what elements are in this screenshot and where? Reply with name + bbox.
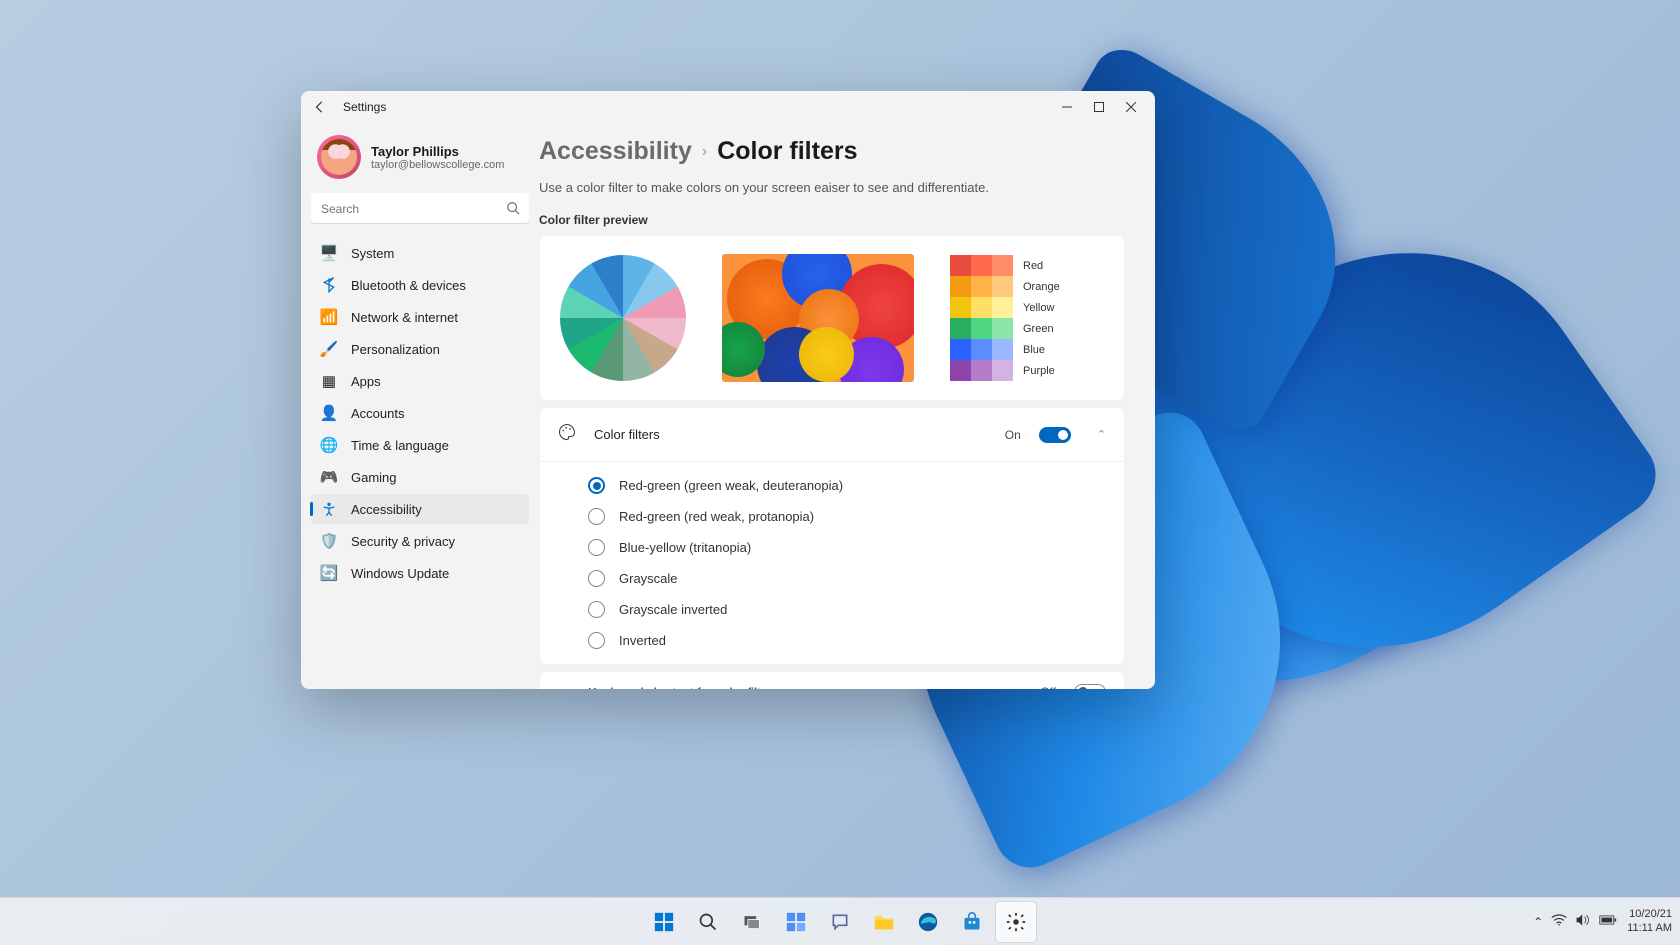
- nav-icon: [321, 277, 337, 293]
- breadcrumb: Accessibility › Color filters: [539, 137, 1125, 166]
- system-tray[interactable]: ⌃ 10/20/21 11:11 AM: [1533, 908, 1672, 934]
- preview-card: RedOrangeYellowGreenBluePurple: [539, 235, 1125, 401]
- user-profile[interactable]: Taylor Phillips taylor@bellowscollege.co…: [311, 131, 529, 183]
- filter-option[interactable]: Red-green (green weak, deuteranopia): [588, 470, 1106, 501]
- radio-button[interactable]: [588, 477, 605, 494]
- tray-chevron-icon[interactable]: ⌃: [1533, 915, 1543, 929]
- nav-icon: ▦: [321, 373, 337, 389]
- chevron-up-icon[interactable]: ⌃: [1097, 428, 1106, 441]
- taskbar: ⌃ 10/20/21 11:11 AM: [0, 897, 1680, 945]
- nav-gaming[interactable]: 🎮Gaming: [311, 462, 529, 492]
- nav-accounts[interactable]: 👤Accounts: [311, 398, 529, 428]
- search-box[interactable]: [311, 193, 529, 224]
- maximize-button[interactable]: [1083, 93, 1115, 121]
- color-filters-card: Color filters On ⌃ Red-green (green weak…: [539, 407, 1125, 665]
- task-view-button[interactable]: [732, 902, 772, 942]
- page-title: Color filters: [717, 137, 857, 166]
- volume-icon[interactable]: [1575, 913, 1591, 930]
- nav-windows-update[interactable]: 🔄Windows Update: [311, 558, 529, 588]
- nav-network-internet[interactable]: 📶Network & internet: [311, 302, 529, 332]
- color-wheel-preview: [560, 255, 686, 381]
- page-description: Use a color filter to make colors on you…: [539, 180, 1125, 195]
- start-button[interactable]: [644, 902, 684, 942]
- radio-button[interactable]: [588, 539, 605, 556]
- profile-name: Taylor Phillips: [371, 144, 504, 159]
- palette-row-orange: Orange: [950, 276, 1060, 297]
- search-button[interactable]: [688, 902, 728, 942]
- edge-button[interactable]: [908, 902, 948, 942]
- nav-security-privacy[interactable]: 🛡️Security & privacy: [311, 526, 529, 556]
- filter-option[interactable]: Blue-yellow (tritanopia): [588, 532, 1106, 563]
- nav-accessibility[interactable]: Accessibility: [311, 494, 529, 524]
- shortcut-toggle-row[interactable]: Keyboard shortcut for color filters Off: [540, 672, 1124, 689]
- radio-button[interactable]: [588, 632, 605, 649]
- photo-preview: [722, 254, 914, 382]
- shortcut-label: Keyboard shortcut for color filters: [588, 685, 779, 690]
- store-button[interactable]: [952, 902, 992, 942]
- filter-option[interactable]: Grayscale inverted: [588, 594, 1106, 625]
- settings-button[interactable]: [996, 902, 1036, 942]
- widgets-button[interactable]: [776, 902, 816, 942]
- radio-button[interactable]: [588, 508, 605, 525]
- color-filters-toggle-row[interactable]: Color filters On ⌃: [540, 408, 1124, 461]
- palette-row-yellow: Yellow: [950, 297, 1060, 318]
- nav-bluetooth-devices[interactable]: Bluetooth & devices: [311, 270, 529, 300]
- profile-email: taylor@bellowscollege.com: [371, 159, 504, 171]
- sidebar: Taylor Phillips taylor@bellowscollege.co…: [301, 123, 539, 689]
- keyboard-shortcut-card: Keyboard shortcut for color filters Off: [539, 671, 1125, 689]
- nav-apps[interactable]: ▦Apps: [311, 366, 529, 396]
- nav-system[interactable]: 🖥️System: [311, 238, 529, 268]
- close-button[interactable]: [1115, 93, 1147, 121]
- titlebar: Settings: [301, 91, 1155, 123]
- file-explorer-button[interactable]: [864, 902, 904, 942]
- avatar: [317, 135, 361, 179]
- setting-label: Color filters: [594, 427, 660, 442]
- nav-icon: 🌐: [321, 437, 337, 453]
- nav-icon: 📶: [321, 309, 337, 325]
- clock[interactable]: 10/20/21 11:11 AM: [1627, 908, 1672, 934]
- radio-button[interactable]: [588, 601, 605, 618]
- search-icon: [506, 201, 520, 220]
- color-palette: RedOrangeYellowGreenBluePurple: [950, 255, 1060, 381]
- nav-personalization[interactable]: 🖌️Personalization: [311, 334, 529, 364]
- nav-icon: 🔄: [321, 565, 337, 581]
- filter-options: Red-green (green weak, deuteranopia)Red-…: [540, 461, 1124, 664]
- search-input[interactable]: [311, 193, 529, 224]
- settings-window: Settings Taylor Phillips taylor@bellowsc…: [301, 91, 1155, 689]
- shortcut-toggle[interactable]: [1074, 684, 1106, 689]
- filter-option[interactable]: Inverted: [588, 625, 1106, 656]
- back-button[interactable]: [309, 96, 331, 118]
- toggle-status: On: [1005, 428, 1021, 442]
- nav-icon: 👤: [321, 405, 337, 421]
- preview-label: Color filter preview: [539, 213, 1125, 227]
- filter-option[interactable]: Grayscale: [588, 563, 1106, 594]
- nav-icon: 🖥️: [321, 245, 337, 261]
- nav-icon: 🛡️: [321, 533, 337, 549]
- wifi-icon[interactable]: [1551, 913, 1567, 930]
- shortcut-status: Off: [1040, 685, 1056, 689]
- palette-row-red: Red: [950, 255, 1060, 276]
- main-content: Accessibility › Color filters Use a colo…: [539, 123, 1155, 689]
- palette-icon: [558, 423, 576, 446]
- nav-icon: [321, 501, 337, 517]
- palette-row-purple: Purple: [950, 360, 1060, 381]
- chevron-right-icon: ›: [702, 143, 707, 161]
- palette-row-green: Green: [950, 318, 1060, 339]
- battery-icon[interactable]: [1599, 914, 1617, 929]
- window-title: Settings: [343, 100, 386, 114]
- nav-icon: 🎮: [321, 469, 337, 485]
- minimize-button[interactable]: [1051, 93, 1083, 121]
- palette-row-blue: Blue: [950, 339, 1060, 360]
- radio-button[interactable]: [588, 570, 605, 587]
- chat-button[interactable]: [820, 902, 860, 942]
- nav-icon: 🖌️: [321, 341, 337, 357]
- color-filters-toggle[interactable]: [1039, 427, 1071, 443]
- nav-time-language[interactable]: 🌐Time & language: [311, 430, 529, 460]
- filter-option[interactable]: Red-green (red weak, protanopia): [588, 501, 1106, 532]
- breadcrumb-parent[interactable]: Accessibility: [539, 137, 692, 166]
